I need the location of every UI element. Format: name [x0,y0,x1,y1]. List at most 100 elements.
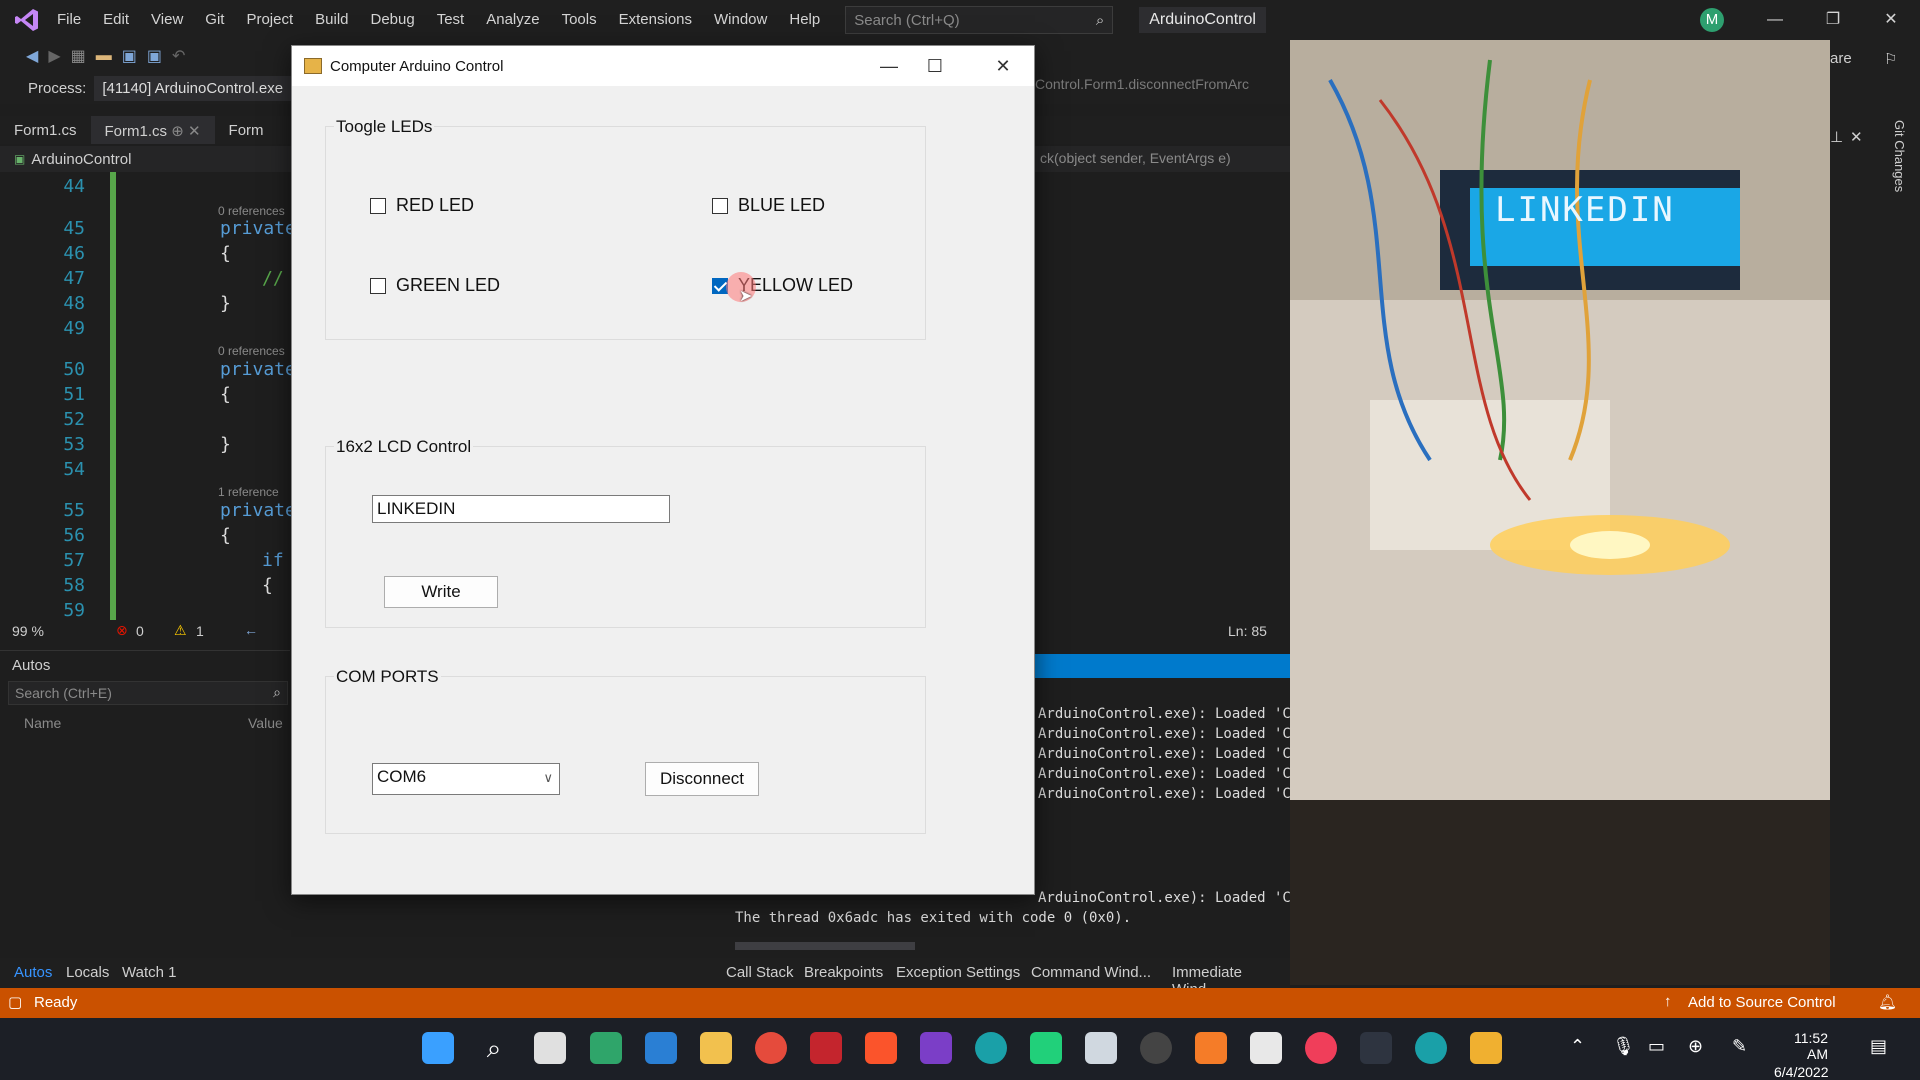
dialog-maximize-icon[interactable]: ☐ [912,46,958,86]
windows-start-icon[interactable] [422,1032,454,1064]
tab-watch-1[interactable]: Watch 1 [122,964,176,981]
red-led-checkbox[interactable]: RED LED [370,195,474,216]
process-select[interactable]: [41140] ArduinoControl.exe [94,75,292,101]
tab-locals[interactable]: Locals [66,964,109,981]
acrobat-icon[interactable] [810,1032,842,1064]
forward-icon[interactable]: ▶ [48,46,60,66]
close-icon[interactable]: ✕ [1850,128,1863,146]
warning-icon[interactable]: ⚠ [174,622,187,639]
search-icon[interactable]: ⌕ [478,1032,510,1064]
method-breadcrumb[interactable]: Control.Form1.disconnectFromArc [1035,76,1249,92]
language-globe-icon[interactable]: ⊕ [1688,1036,1703,1057]
recorder-icon[interactable] [1305,1032,1337,1064]
battery-icon[interactable]: ▭ [1648,1036,1665,1057]
file-explorer-icon[interactable] [700,1032,732,1064]
open-folder-icon[interactable]: ▬ [96,47,112,65]
project-selector[interactable]: ArduinoControl [31,151,131,168]
autos-column-value[interactable]: Value [248,715,283,731]
lcd-text-input[interactable] [372,495,670,523]
arduino-ide-running-icon[interactable] [1415,1032,1447,1064]
dialog-minimize-icon[interactable]: — [866,46,912,86]
menu-help[interactable]: Help [778,0,831,40]
tab-breakpoints[interactable]: Breakpoints [804,964,883,981]
blue-led-checkbox-box[interactable] [712,197,728,214]
feedback-icon[interactable]: ⚐ [1884,50,1897,68]
tab-call-stack[interactable]: Call Stack [726,964,794,981]
menu-git[interactable]: Git [194,0,235,40]
store-icon[interactable] [1250,1032,1282,1064]
notes-icon[interactable] [1085,1032,1117,1064]
codelens-references[interactable]: 0 references [218,344,285,358]
vscode-icon[interactable] [645,1032,677,1064]
tab-form1-cs-design[interactable]: Form1.cs ⊕ ✕ [90,116,215,144]
menu-tools[interactable]: Tools [551,0,608,40]
vs-restore-icon[interactable]: ❐ [1810,0,1856,40]
red-led-checkbox-box[interactable] [370,197,386,214]
new-project-icon[interactable]: ▦ [71,46,86,66]
codelens-references[interactable]: 1 reference [218,485,279,499]
blue-led-checkbox[interactable]: BLUE LED [712,195,825,216]
tab-command-window[interactable]: Command Wind... [1031,964,1151,981]
share-label[interactable]: are [1830,50,1852,67]
chevron-down-icon[interactable]: ∨ [543,770,553,786]
pen-icon[interactable]: ✎ [1732,1036,1747,1057]
brave-browser-icon[interactable] [865,1032,897,1064]
green-led-checkbox[interactable]: GREEN LED [370,275,500,296]
tab-form[interactable]: Form [215,116,278,144]
arduino-ide-icon[interactable] [975,1032,1007,1064]
microphone-icon[interactable]: 🎙︎ [1612,1036,1635,1057]
close-icon[interactable]: ✕ [188,123,201,140]
menu-file[interactable]: File [46,0,92,40]
member-selector[interactable]: ck(object sender, EventArgs e) [1040,150,1231,166]
back-icon[interactable]: ◀ [26,46,38,66]
visual-studio-icon[interactable] [920,1032,952,1064]
menu-view[interactable]: View [140,0,194,40]
edge-browser-icon[interactable] [590,1032,622,1064]
code-editor[interactable]: 44 0 references 45 private 46 { 47 // 48… [0,172,296,621]
visual-studio-logo-icon[interactable] [8,0,46,40]
nav-back-icon[interactable]: ← [244,622,258,638]
write-button[interactable]: Write [384,576,498,608]
clock[interactable]: 11:52 AM 6/4/2022 [1774,1030,1829,1080]
dialog-close-icon[interactable]: ✕ [980,46,1026,86]
pycharm-icon[interactable] [1030,1032,1062,1064]
vs-minimize-icon[interactable]: — [1752,0,1798,40]
vs-close-icon[interactable]: ✕ [1868,0,1914,40]
codelens-references[interactable]: 0 references [218,204,285,218]
save-icon[interactable]: ▣ [122,46,137,66]
vs-search-box[interactable]: Search (Ctrl+Q) ⌕ [845,6,1114,34]
zoom-level[interactable]: 99 % [12,623,44,639]
game-icon[interactable] [1360,1032,1392,1064]
avatar[interactable]: M [1700,8,1724,32]
arduino-control-app-icon[interactable] [1470,1032,1502,1064]
pin-icon[interactable]: ⊥ [1830,128,1843,146]
disconnect-button[interactable]: Disconnect [645,762,759,796]
menu-test[interactable]: Test [426,0,476,40]
obs-icon[interactable] [1140,1032,1172,1064]
pin-icon[interactable]: ⊕ [171,123,184,140]
save-all-icon[interactable]: ▣ [147,46,162,66]
green-led-checkbox-box[interactable] [370,277,386,294]
notification-center-icon[interactable]: ▤ [1870,1036,1887,1057]
task-view-icon[interactable] [534,1032,566,1064]
tray-chevron-icon[interactable]: ⌃ [1570,1036,1585,1057]
notification-bell-icon[interactable]: 🔔︎ [1878,993,1897,1011]
output-scrollbar[interactable] [735,942,915,950]
add-to-source-control[interactable]: Add to Source Control [1688,994,1836,1011]
menu-analyze[interactable]: Analyze [475,0,550,40]
code-editor-right[interactable] [1035,172,1290,620]
menu-edit[interactable]: Edit [92,0,140,40]
menu-build[interactable]: Build [304,0,359,40]
autos-search-input[interactable]: Search (Ctrl+E) ⌕ [8,681,288,705]
tab-form1-cs[interactable]: Form1.cs [0,116,91,144]
menu-extensions[interactable]: Extensions [608,0,703,40]
com-port-select[interactable]: COM6 ∨ [372,763,560,795]
chrome-icon[interactable] [755,1032,787,1064]
menu-project[interactable]: Project [235,0,304,40]
tab-autos[interactable]: Autos [14,964,52,981]
menu-window[interactable]: Window [703,0,778,40]
filezilla-icon[interactable] [1195,1032,1227,1064]
menu-debug[interactable]: Debug [360,0,426,40]
git-changes-tab[interactable]: Git Changes [1892,120,1907,192]
error-icon[interactable]: ⊗ [116,622,128,639]
